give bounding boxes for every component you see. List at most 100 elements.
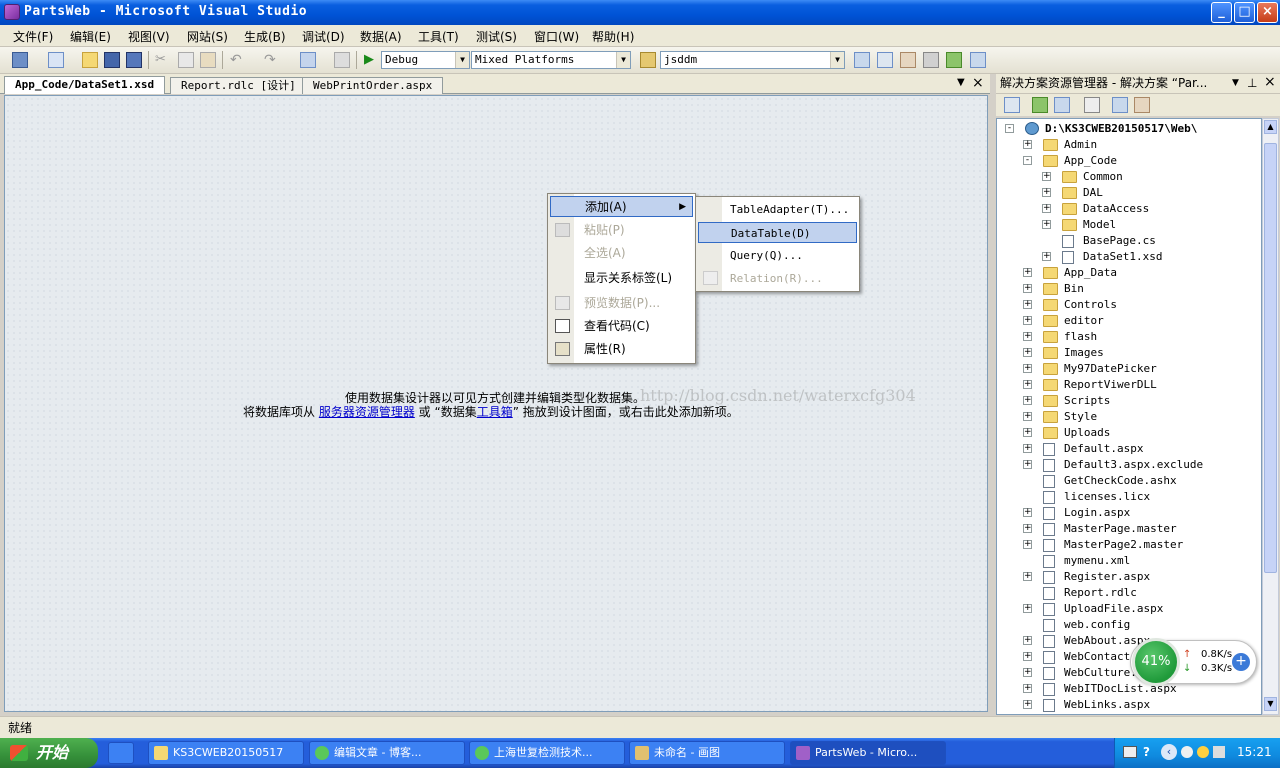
tree-node[interactable]: Scripts xyxy=(1064,393,1110,409)
expand-icon[interactable]: + xyxy=(1023,444,1032,453)
expand-icon[interactable]: + xyxy=(1023,572,1032,581)
scroll-up-icon[interactable]: ▲ xyxy=(1264,120,1277,134)
tree-node[interactable]: ReportViwerDLL xyxy=(1064,377,1157,393)
scroll-down-icon[interactable]: ▼ xyxy=(1264,697,1277,711)
tree-node[interactable]: Model xyxy=(1083,217,1116,233)
expand-icon[interactable]: + xyxy=(1023,428,1032,437)
close-document-icon[interactable]: × xyxy=(972,75,984,91)
taskbar-item-shanghai[interactable]: 上海世复检测技术... xyxy=(469,741,625,765)
tree-node[interactable]: Controls xyxy=(1064,297,1117,313)
command-window-icon[interactable] xyxy=(970,52,986,68)
pin-icon[interactable]: ⊥ xyxy=(1247,74,1257,93)
menu-view[interactable]: 视图(V) xyxy=(128,28,170,45)
network-icon[interactable] xyxy=(1181,746,1193,758)
tree-node[interactable]: MasterPage.master xyxy=(1064,521,1177,537)
expand-icon[interactable]: + xyxy=(1023,668,1032,677)
memory-usage-ball[interactable]: 41% xyxy=(1132,638,1180,686)
tree-node[interactable]: WebContact. xyxy=(1064,649,1137,665)
expand-icon[interactable]: + xyxy=(1023,332,1032,341)
start-debugging-icon[interactable]: ▶ xyxy=(364,52,380,68)
help-icon[interactable]: ? xyxy=(1143,745,1150,759)
keyboard-icon[interactable] xyxy=(1123,746,1137,758)
navigate-forward-icon[interactable] xyxy=(334,52,350,68)
menu-item-select-all[interactable]: 全选(A) xyxy=(550,243,693,264)
menu-item-query[interactable]: Query(Q)... xyxy=(698,245,857,266)
properties-window-icon[interactable] xyxy=(877,52,893,68)
navigate-backward-icon[interactable] xyxy=(300,52,316,68)
tree-node[interactable]: App_Data xyxy=(1064,265,1117,281)
tree-node[interactable]: WebCulture. xyxy=(1064,665,1137,681)
expand-icon[interactable]: + xyxy=(1023,412,1032,421)
menu-item-tableadapter[interactable]: TableAdapter(T)... xyxy=(698,199,857,220)
menu-help[interactable]: 帮助(H) xyxy=(592,28,634,45)
tree-node[interactable]: Bin xyxy=(1064,281,1084,297)
refresh-icon[interactable] xyxy=(1032,97,1048,113)
save-all-icon[interactable] xyxy=(126,52,142,68)
solution-explorer-icon[interactable] xyxy=(854,52,870,68)
tree-node[interactable]: My97DatePicker xyxy=(1064,361,1157,377)
tree-node[interactable]: Style xyxy=(1064,409,1097,425)
expand-icon[interactable]: + xyxy=(1023,460,1032,469)
expand-icon[interactable]: + xyxy=(1023,652,1032,661)
save-icon[interactable] xyxy=(104,52,120,68)
tree-node[interactable]: App_Code xyxy=(1064,153,1117,169)
start-page-icon[interactable] xyxy=(946,52,962,68)
tree-root[interactable]: D:\KS3CWEB20150517\Web\ xyxy=(1045,121,1197,137)
minimize-button[interactable]: _ xyxy=(1211,2,1232,23)
show-hidden-icons-icon[interactable]: ‹ xyxy=(1161,744,1177,760)
expand-icon[interactable]: + xyxy=(1023,364,1032,373)
expand-icon[interactable]: + xyxy=(1023,604,1032,613)
expand-icon[interactable]: + xyxy=(1023,396,1032,405)
close-button[interactable]: × xyxy=(1257,2,1278,23)
tree-node[interactable]: Report.rdlc xyxy=(1064,585,1137,601)
expand-icon[interactable]: + xyxy=(1042,188,1051,197)
toolbox-icon[interactable] xyxy=(923,52,939,68)
taskbar-item-visual-studio[interactable]: PartsWeb - Micro... xyxy=(790,741,946,765)
menu-website[interactable]: 网站(S) xyxy=(187,28,228,45)
tab-webprintorder-aspx[interactable]: WebPrintOrder.aspx xyxy=(302,77,444,94)
tree-node[interactable]: editor xyxy=(1064,313,1104,329)
expand-icon[interactable]: + xyxy=(1023,700,1032,709)
tree-node[interactable]: web.config xyxy=(1064,617,1130,633)
expand-icon[interactable]: + xyxy=(1023,300,1032,309)
menu-item-add[interactable]: 添加(A) ▶ xyxy=(550,196,693,217)
quick-launch-icon[interactable] xyxy=(108,742,134,764)
menu-item-view-code[interactable]: 查看代码(C) xyxy=(550,316,693,337)
menu-file[interactable]: 文件(F) xyxy=(13,28,53,45)
menu-window[interactable]: 窗口(W) xyxy=(534,28,579,45)
menu-item-properties[interactable]: 属性(R) xyxy=(550,339,693,360)
menu-item-relation[interactable]: Relation(R)... xyxy=(698,268,857,289)
collapse-icon[interactable]: - xyxy=(1005,124,1014,133)
tree-node[interactable]: flash xyxy=(1064,329,1097,345)
tree-node[interactable]: Common xyxy=(1083,169,1123,185)
copy-icon[interactable] xyxy=(178,52,194,68)
tree-node[interactable]: DataAccess xyxy=(1083,201,1149,217)
expand-icon[interactable]: + xyxy=(1042,172,1051,181)
find-combo[interactable]: jsddm ▼ xyxy=(660,51,845,69)
tree-node[interactable]: UploadFile.aspx xyxy=(1064,601,1163,617)
expand-icon[interactable]: + xyxy=(1042,204,1051,213)
find-in-files-icon[interactable] xyxy=(640,52,656,68)
solution-explorer-scrollbar[interactable]: ▲ ▼ xyxy=(1262,118,1279,715)
solution-platform-combo[interactable]: Mixed Platforms ▼ xyxy=(471,51,631,69)
expand-icon[interactable]: + xyxy=(1023,508,1032,517)
tree-node[interactable]: Admin xyxy=(1064,137,1097,153)
tree-node[interactable]: mymenu.xml xyxy=(1064,553,1130,569)
qq-icon[interactable] xyxy=(1197,746,1209,758)
menu-item-preview-data[interactable]: 预览数据(P)... xyxy=(550,293,693,314)
taskbar-item-paint[interactable]: 未命名 - 画图 xyxy=(629,741,785,765)
menu-item-datatable[interactable]: DataTable(D) xyxy=(698,222,857,243)
tree-node[interactable]: BasePage.cs xyxy=(1083,233,1156,249)
expand-icon[interactable]: + xyxy=(1042,220,1051,229)
accelerate-icon[interactable]: + xyxy=(1232,653,1250,671)
chevron-down-icon[interactable]: ▼ xyxy=(1232,74,1239,93)
collapse-icon[interactable]: - xyxy=(1023,156,1032,165)
tree-node[interactable]: Login.aspx xyxy=(1064,505,1130,521)
tree-node[interactable]: licenses.licx xyxy=(1064,489,1150,505)
clock[interactable]: 15:21 xyxy=(1237,745,1272,759)
taskbar-item-folder[interactable]: KS3CWEB20150517 xyxy=(148,741,304,765)
menu-item-show-relation-labels[interactable]: 显示关系标签(L) xyxy=(550,268,693,289)
start-button[interactable]: 开始 xyxy=(0,738,98,768)
expand-icon[interactable]: + xyxy=(1023,268,1032,277)
expand-icon[interactable]: + xyxy=(1023,636,1032,645)
